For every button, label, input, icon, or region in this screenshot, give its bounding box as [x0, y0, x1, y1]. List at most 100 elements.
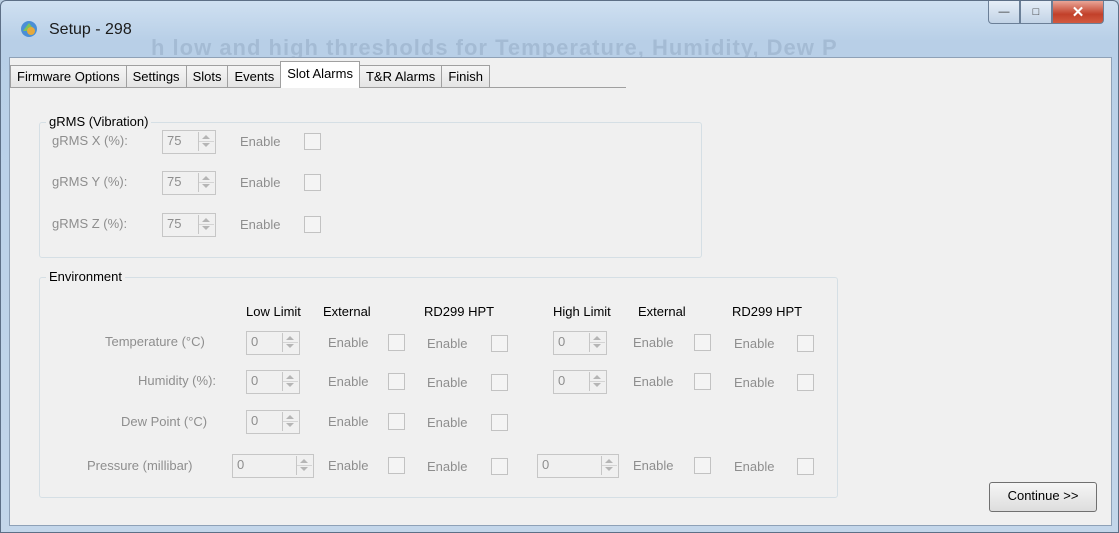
- humidity-low-stepper[interactable]: 0: [246, 370, 300, 394]
- environment-group-title: Environment: [46, 269, 125, 284]
- grms-y-stepper[interactable]: 75: [162, 171, 216, 195]
- grms-z-enable-checkbox[interactable]: [304, 216, 321, 233]
- stepper-down-icon: [202, 143, 210, 147]
- maximize-icon: □: [1032, 6, 1040, 18]
- temperature-low-rd299-enable-label: Enable: [427, 336, 468, 351]
- grms-x-stepper[interactable]: 75: [162, 130, 216, 154]
- pressure-high-stepper[interactable]: 0: [537, 454, 619, 478]
- pressure-low-external-enable-label: Enable: [328, 458, 369, 473]
- temperature-low-stepper[interactable]: 0: [246, 331, 300, 355]
- stepper-up-icon: [202, 135, 210, 139]
- close-icon: ✕: [1071, 4, 1085, 21]
- stepper-up-icon: [286, 375, 294, 379]
- grms-z-label: gRMS Z (%):: [52, 216, 128, 231]
- grms-group-title: gRMS (Vibration): [46, 114, 152, 129]
- stepper-down-icon: [286, 423, 294, 427]
- external-header-2: External: [638, 304, 686, 319]
- pressure-high-external-enable-label: Enable: [633, 458, 674, 473]
- dew-point-external-enable-label: Enable: [328, 414, 369, 429]
- temperature-low-rd299-checkbox[interactable]: [491, 335, 508, 352]
- tab-slots[interactable]: Slots: [185, 65, 229, 88]
- pressure-low-stepper[interactable]: 0: [232, 454, 314, 478]
- stepper-down-icon: [286, 344, 294, 348]
- stepper-up-icon: [202, 218, 210, 222]
- stepper-up-icon: [593, 336, 601, 340]
- humidity-high-external-enable-label: Enable: [633, 374, 674, 389]
- stepper-up-icon: [286, 336, 294, 340]
- humidity-low-external-enable-label: Enable: [328, 374, 369, 389]
- humidity-low-rd299-checkbox[interactable]: [491, 374, 508, 391]
- temperature-high-external-checkbox[interactable]: [694, 334, 711, 351]
- tab-events[interactable]: Events: [227, 65, 282, 88]
- tab-tr-alarms[interactable]: T&R Alarms: [358, 65, 443, 88]
- temperature-high-stepper[interactable]: 0: [553, 331, 607, 355]
- stepper-up-icon: [605, 459, 613, 463]
- pressure-low-rd299-checkbox[interactable]: [491, 458, 508, 475]
- grms-x-label: gRMS X (%):: [52, 133, 128, 148]
- grms-z-enable-label: Enable: [240, 217, 281, 232]
- stepper-down-icon: [300, 467, 308, 471]
- dew-point-rd299-enable-label: Enable: [427, 415, 468, 430]
- stepper-down-icon: [202, 226, 210, 230]
- stepper-down-icon: [202, 184, 210, 188]
- stepper-down-icon: [593, 383, 601, 387]
- humidity-high-rd299-checkbox[interactable]: [797, 374, 814, 391]
- tab-strip: Firmware Options Settings Slots Events S…: [10, 61, 490, 88]
- title-bar[interactable]: Setup - 298 h low and high thresholds fo…: [1, 1, 1118, 60]
- maximize-button[interactable]: □: [1020, 1, 1052, 24]
- environment-group: Environment Low Limit External RD299 HPT…: [39, 269, 838, 498]
- temperature-label: Temperature (°C): [105, 334, 205, 349]
- stepper-up-icon: [286, 415, 294, 419]
- dew-point-label: Dew Point (°C): [121, 414, 208, 429]
- grms-z-stepper[interactable]: 75: [162, 213, 216, 237]
- dialog-client-area: Firmware Options Settings Slots Events S…: [9, 57, 1112, 526]
- humidity-high-rd299-enable-label: Enable: [734, 375, 775, 390]
- stepper-up-icon: [202, 176, 210, 180]
- grms-y-label: gRMS Y (%):: [52, 174, 128, 189]
- stepper-down-icon: [286, 383, 294, 387]
- tab-firmware-options[interactable]: Firmware Options: [10, 65, 127, 88]
- pressure-low-external-checkbox[interactable]: [388, 457, 405, 474]
- grms-y-enable-checkbox[interactable]: [304, 174, 321, 191]
- humidity-high-stepper[interactable]: 0: [553, 370, 607, 394]
- pressure-high-rd299-checkbox[interactable]: [797, 458, 814, 475]
- tab-settings[interactable]: Settings: [125, 65, 187, 88]
- temperature-low-external-enable-label: Enable: [328, 335, 369, 350]
- window-title: Setup - 298: [49, 21, 132, 38]
- temperature-high-rd299-enable-label: Enable: [734, 336, 775, 351]
- humidity-label: Humidity (%):: [138, 373, 217, 388]
- grms-y-enable-label: Enable: [240, 175, 281, 190]
- dew-point-low-stepper[interactable]: 0: [246, 410, 300, 434]
- rd299-header-1: RD299 HPT: [424, 304, 495, 319]
- grms-x-enable-checkbox[interactable]: [304, 133, 321, 150]
- high-limit-header: High Limit: [553, 304, 611, 319]
- stepper-up-icon: [593, 375, 601, 379]
- dew-point-external-checkbox[interactable]: [388, 413, 405, 430]
- close-button[interactable]: ✕: [1052, 1, 1104, 24]
- pressure-label: Pressure (millibar): [87, 458, 193, 473]
- humidity-low-external-checkbox[interactable]: [388, 373, 405, 390]
- minimize-icon: —: [998, 6, 1010, 18]
- tab-slot-alarms[interactable]: Slot Alarms: [280, 61, 360, 88]
- dew-point-rd299-checkbox[interactable]: [491, 414, 508, 431]
- pressure-high-external-checkbox[interactable]: [694, 457, 711, 474]
- pressure-low-rd299-enable-label: Enable: [427, 459, 468, 474]
- minimize-button[interactable]: —: [988, 1, 1020, 24]
- humidity-low-rd299-enable-label: Enable: [427, 375, 468, 390]
- continue-button[interactable]: Continue >>: [989, 482, 1097, 512]
- pressure-high-rd299-enable-label: Enable: [734, 459, 775, 474]
- humidity-high-external-checkbox[interactable]: [694, 373, 711, 390]
- setup-app-icon: [21, 21, 37, 37]
- temperature-high-rd299-checkbox[interactable]: [797, 335, 814, 352]
- rd299-header-2: RD299 HPT: [732, 304, 803, 319]
- external-header-1: External: [323, 304, 371, 319]
- temperature-high-external-enable-label: Enable: [633, 335, 674, 350]
- stepper-down-icon: [605, 467, 613, 471]
- setup-window: Setup - 298 h low and high thresholds fo…: [0, 0, 1119, 533]
- temperature-low-external-checkbox[interactable]: [388, 334, 405, 351]
- grms-group: gRMS (Vibration) gRMS X (%): 75 Enable g…: [39, 114, 702, 258]
- low-limit-header: Low Limit: [246, 304, 301, 319]
- tab-finish[interactable]: Finish: [441, 65, 490, 88]
- grms-x-enable-label: Enable: [240, 134, 281, 149]
- stepper-down-icon: [593, 344, 601, 348]
